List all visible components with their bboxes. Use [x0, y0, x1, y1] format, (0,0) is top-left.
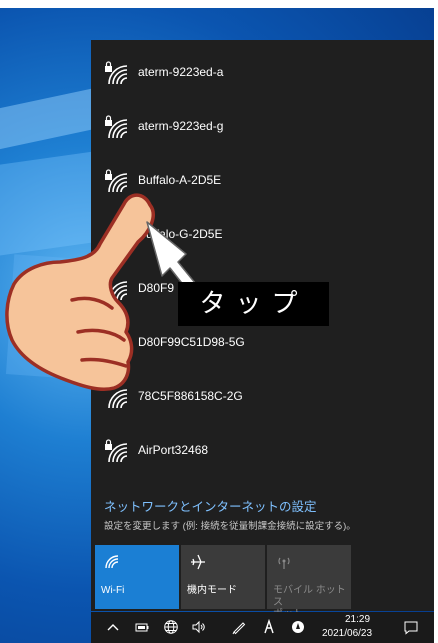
wifi-icon — [108, 281, 128, 301]
network-name: aterm-9223ed-g — [138, 119, 224, 133]
chevron-up-icon[interactable] — [105, 619, 121, 635]
network-item[interactable]: 78C5F886158C-2G — [91, 370, 434, 424]
action-center-icon[interactable] — [403, 619, 419, 635]
lock-icon — [105, 439, 112, 450]
notification-badge-icon[interactable] — [290, 619, 306, 635]
mobile-hotspot-tile[interactable]: モバイル ホットスポット — [267, 545, 351, 620]
network-name: 78C5F886158C-2G — [138, 389, 243, 403]
wifi-icon — [108, 335, 128, 355]
wifi-secured-icon — [105, 61, 128, 85]
pen-icon[interactable] — [231, 619, 247, 635]
network-item[interactable]: Buffalo-G-2D5E — [91, 208, 434, 262]
battery-icon[interactable] — [134, 619, 150, 635]
network-name: Buffalo-G-2D5E — [138, 227, 223, 241]
network-name: D80F99C51D98-5G — [138, 335, 245, 349]
tap-label: タップ — [178, 282, 329, 326]
hotspot-icon — [278, 557, 290, 569]
hotspot-label-line1: モバイル ホットス — [273, 585, 346, 608]
network-item[interactable]: AirPort32468 — [91, 424, 434, 478]
lock-icon — [105, 115, 112, 126]
network-settings-description: 設定を変更します (例: 接続を従量制課金接続に設定する)。 — [104, 521, 356, 532]
network-name: Buffalo-A-2D5E — [138, 173, 222, 187]
network-item[interactable]: aterm-9223ed-a — [91, 46, 434, 100]
network-name: AirPort32468 — [138, 443, 209, 457]
wifi-secured-icon — [105, 169, 128, 193]
wifi-icon — [105, 555, 119, 569]
wifi-secured-icon — [105, 115, 128, 139]
wifi-tile-label: Wi-Fi — [101, 585, 125, 596]
taskbar: 21:29 2021/06/23 — [91, 612, 434, 643]
airplane-mode-tile[interactable]: 機内モード — [181, 545, 265, 609]
ime-icon[interactable] — [261, 619, 277, 635]
wifi-secured-icon — [105, 439, 128, 463]
airplane-icon — [191, 554, 205, 570]
volume-icon[interactable] — [191, 619, 207, 635]
network-settings-link[interactable]: ネットワークとインターネットの設定 — [104, 496, 317, 515]
lock-icon — [105, 61, 112, 72]
airplane-tile-label: 機内モード — [187, 585, 237, 596]
wifi-icon — [108, 389, 128, 409]
clock-time[interactable]: 21:29 — [345, 614, 370, 625]
lock-icon — [105, 169, 112, 180]
wifi-icon — [108, 227, 128, 247]
clock-date[interactable]: 2021/06/23 — [322, 628, 372, 639]
network-item[interactable]: Buffalo-A-2D5E — [91, 154, 434, 208]
network-name: D80F9 — [138, 281, 175, 295]
network-globe-icon[interactable] — [163, 619, 179, 635]
network-name: aterm-9223ed-a — [138, 65, 224, 79]
wifi-toggle-tile[interactable]: Wi-Fi — [95, 545, 179, 609]
network-item[interactable]: aterm-9223ed-g — [91, 100, 434, 154]
